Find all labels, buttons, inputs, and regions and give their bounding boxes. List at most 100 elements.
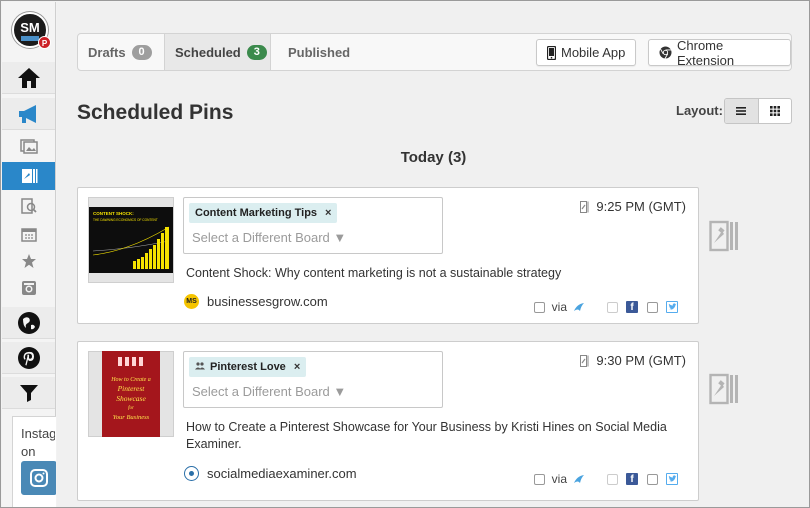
pin-thumbnail[interactable]: CONTENT SHOCK: THE DAWNING ECONOMICS OF …: [88, 197, 174, 283]
pinterest-badge-icon: P: [38, 36, 51, 49]
images-icon: [19, 138, 38, 154]
pin-thumbnail[interactable]: How to Create a Pinterest Showcase for Y…: [88, 351, 174, 437]
instagram-icon: [21, 280, 36, 295]
via-label: via: [551, 300, 567, 314]
filter-nav-item[interactable]: [2, 377, 55, 409]
home-icon: [17, 67, 40, 88]
publish-nav-item[interactable]: [2, 98, 55, 130]
drafts-count-badge: 0: [131, 44, 152, 60]
via-checkbox[interactable]: [533, 473, 545, 485]
instagram-icon: [30, 469, 48, 487]
thumb-title-text: CONTENT SHOCK:: [93, 211, 134, 216]
pin-description[interactable]: Content Shock: Why content marketing is …: [186, 265, 686, 282]
content-shock-image: CONTENT SHOCK: THE DAWNING ECONOMICS OF …: [89, 207, 173, 273]
select-board-placeholder[interactable]: Select a Different Board ▼: [192, 384, 346, 399]
star-icon: [21, 253, 36, 268]
tab-published-label: Published: [288, 44, 351, 60]
source-domain: businessesgrow.com: [207, 294, 328, 309]
scheduled-pin-small-icon: [580, 200, 589, 213]
tab-drafts[interactable]: Drafts 0: [78, 34, 162, 70]
filter-icon: [19, 384, 38, 402]
pinterest-nav-item[interactable]: [2, 342, 55, 374]
pin-source[interactable]: socialmediaexaminer.com: [184, 466, 357, 481]
app-logo[interactable]: SM P: [12, 12, 51, 49]
sidebar: SM P Instag on: [2, 2, 56, 507]
share-options: via f: [533, 472, 678, 486]
pin-source[interactable]: MS businessesgrow.com: [184, 294, 328, 309]
scheduled-pin-icon: [709, 373, 738, 405]
remove-board-icon[interactable]: ×: [325, 207, 331, 219]
thumb-line-3: Showcase: [116, 394, 146, 403]
board-selector[interactable]: Pinterest Love × Select a Different Boar…: [183, 351, 443, 408]
layout-label: Layout:: [676, 103, 723, 118]
scheduled-time[interactable]: 9:30 PM (GMT): [580, 353, 686, 368]
instagram-app-button[interactable]: [21, 461, 56, 495]
facebook-checkbox[interactable]: [607, 301, 618, 313]
via-checkbox[interactable]: [533, 301, 545, 313]
scheduled-pin-card: How to Create a Pinterest Showcase for Y…: [77, 341, 699, 501]
socialmediaexaminer-favicon-icon: [184, 466, 199, 481]
grid-icon: [769, 106, 780, 116]
tailwind-bird-icon: [574, 475, 584, 483]
scheduled-pin-small-icon: [580, 354, 589, 367]
board-selector[interactable]: Content Marketing Tips × Select a Differ…: [183, 197, 443, 254]
source-domain: socialmediaexaminer.com: [207, 466, 357, 481]
repin-action[interactable]: [709, 372, 741, 406]
facebook-icon: f: [626, 301, 638, 313]
page-title: Scheduled Pins: [77, 101, 234, 124]
twitter-checkbox[interactable]: [647, 473, 658, 485]
app-window: SM P Instag on Drafts 0 Scheduled 3 Publ…: [0, 0, 810, 508]
board-name: Pinterest Love: [210, 361, 286, 373]
tab-scheduled[interactable]: Scheduled 3: [164, 34, 271, 70]
globe-icon: [17, 311, 40, 334]
remove-board-icon[interactable]: ×: [294, 361, 300, 373]
analytics-nav-item[interactable]: [2, 194, 55, 217]
businessesgrow-favicon-icon: MS: [184, 294, 199, 309]
chrome-extension-button[interactable]: Chrome Extension: [648, 38, 791, 68]
via-label: via: [551, 472, 567, 486]
instagram-promo-text: Instagram on iOS: [21, 426, 55, 459]
list-icon: [736, 107, 747, 115]
facebook-checkbox[interactable]: [607, 473, 618, 485]
main-content: Drafts 0 Scheduled 3 Published Mobile Ap…: [57, 2, 809, 507]
scheduled-time[interactable]: 9:25 PM (GMT): [580, 199, 686, 214]
tailwind-bird-icon: [574, 303, 584, 311]
twitter-icon: [666, 301, 678, 313]
thumb-subtitle-text: THE DAWNING ECONOMICS OF CONTENT: [93, 218, 158, 222]
mobile-app-button[interactable]: Mobile App: [536, 39, 637, 66]
favorites-nav-item[interactable]: [2, 249, 55, 272]
instagram-nav-item[interactable]: [2, 276, 55, 299]
calendar-nav-item[interactable]: [2, 222, 55, 245]
chrome-icon: [659, 46, 672, 59]
pin-description[interactable]: How to Create a Pinterest Showcase for Y…: [186, 419, 686, 453]
select-board-placeholder[interactable]: Select a Different Board ▼: [192, 230, 346, 245]
twitter-checkbox[interactable]: [647, 301, 658, 313]
scheduled-pins-icon: [21, 169, 37, 183]
thumb-line-2: Pinterest: [117, 384, 146, 393]
board-chip: Pinterest Love ×: [189, 357, 307, 377]
grid-layout-button[interactable]: [759, 99, 792, 123]
board-chip: Content Marketing Tips ×: [189, 203, 338, 223]
pin-status-tabs: Drafts 0 Scheduled 3 Published Mobile Ap…: [77, 33, 792, 71]
pinterest-showcase-image: How to Create a Pinterest Showcase for Y…: [102, 351, 160, 437]
mobile-phone-icon: [547, 45, 556, 60]
scheduled-time-text: 9:25 PM (GMT): [596, 199, 686, 214]
layout-toggle: [724, 98, 792, 124]
scheduled-pins-nav-item[interactable]: [2, 162, 55, 190]
analytics-icon: [20, 197, 37, 214]
repin-action[interactable]: [709, 219, 741, 253]
board-name: Content Marketing Tips: [195, 207, 318, 219]
discover-nav-item[interactable]: [2, 307, 55, 339]
scheduled-pin-card: CONTENT SHOCK: THE DAWNING ECONOMICS OF …: [77, 187, 699, 324]
home-nav-item[interactable]: [2, 62, 55, 94]
thumb-line-5: Your Business: [113, 414, 150, 421]
share-options: via f: [533, 300, 678, 314]
images-nav-item[interactable]: [2, 134, 55, 157]
megaphone-icon: [18, 104, 36, 123]
tab-scheduled-label: Scheduled: [175, 44, 241, 60]
tab-published[interactable]: Published: [278, 34, 360, 70]
day-heading: Today (3): [400, 149, 467, 166]
list-layout-button[interactable]: [725, 99, 759, 123]
group-board-icon: [195, 362, 205, 372]
mobile-app-label: Mobile App: [561, 45, 626, 60]
